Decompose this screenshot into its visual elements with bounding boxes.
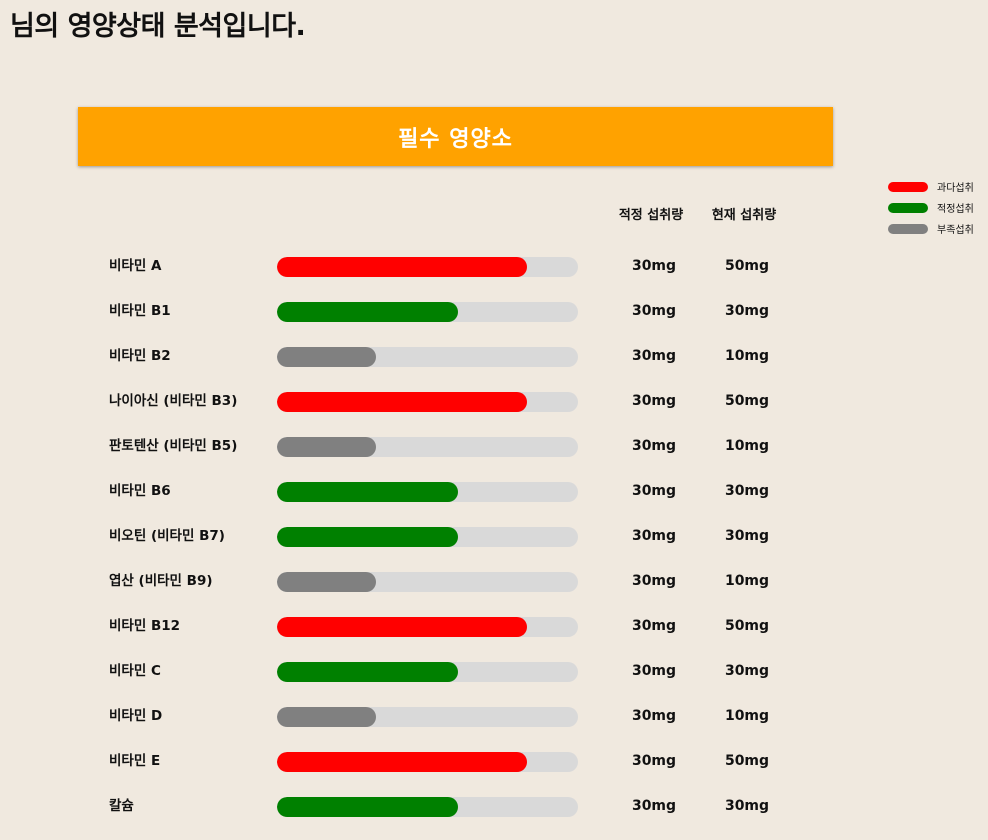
nutrient-row: 나이아신 (비타민 B3) 30mg 50mg (0, 390, 988, 435)
nutrient-name: 칼슘 (109, 798, 134, 814)
nutrient-row: 비타민 A 30mg 50mg (0, 255, 988, 300)
intake-bar-track (277, 437, 578, 457)
intake-bar-track (277, 662, 578, 682)
legend-label: 과다섭취 (937, 183, 974, 194)
legend-swatch (888, 181, 928, 192)
legend-item-over: 과다섭취 (888, 176, 974, 197)
legend: 과다섭취 적정섭취 부족섭취 (888, 176, 974, 239)
legend-swatch (888, 202, 928, 213)
recommended-intake-value: 30mg (631, 798, 677, 814)
current-intake-value: 30mg (724, 663, 770, 679)
recommended-intake-value: 30mg (631, 393, 677, 409)
nutrient-list: 비타민 A 30mg 50mg 비타민 B1 30mg 30mg 비타민 B2 30mg 10m… (0, 255, 988, 840)
intake-bar-fill (277, 437, 377, 457)
intake-bar-fill (277, 392, 527, 412)
intake-bar-fill (277, 797, 458, 817)
nutrient-name: 비타민 B2 (109, 348, 171, 364)
nutrient-name: 비타민 B6 (109, 483, 171, 499)
intake-bar-track (277, 797, 578, 817)
intake-bar-fill (277, 662, 458, 682)
legend-swatch (888, 223, 928, 234)
legend-label: 부족섭취 (937, 225, 974, 236)
intake-bar-track (277, 482, 578, 502)
nutrient-name: 비타민 C (109, 663, 161, 679)
current-intake-value: 50mg (724, 258, 770, 274)
intake-bar-fill (277, 527, 458, 547)
current-intake-value: 30mg (724, 528, 770, 544)
nutrient-row: 비타민 E 30mg 50mg (0, 750, 988, 795)
nutrient-name: 비타민 B12 (109, 618, 181, 634)
recommended-intake-value: 30mg (631, 663, 677, 679)
recommended-intake-value: 30mg (631, 528, 677, 544)
nutrient-name: 비타민 E (109, 753, 161, 769)
current-intake-value: 10mg (724, 708, 770, 724)
nutrient-row: 비타민 B1 30mg 30mg (0, 300, 988, 345)
nutrient-row: 비타민 B12 30mg 50mg (0, 615, 988, 660)
recommended-intake-value: 30mg (631, 348, 677, 364)
recommended-intake-value: 30mg (631, 708, 677, 724)
intake-bar-track (277, 392, 578, 412)
intake-bar-fill (277, 257, 527, 277)
page-title: 님의 영양상태 분석입니다. (10, 11, 306, 42)
current-intake-value: 50mg (724, 393, 770, 409)
current-intake-value: 10mg (724, 573, 770, 589)
intake-bar-track (277, 347, 578, 367)
intake-bar-fill (277, 752, 527, 772)
section-banner: 필수 영양소 (78, 107, 833, 166)
current-intake-value: 50mg (724, 753, 770, 769)
current-intake-value: 30mg (724, 798, 770, 814)
nutrient-row: 비타민 B2 30mg 10mg (0, 345, 988, 390)
nutrient-row: 엽산 (비타민 B9) 30mg 10mg (0, 570, 988, 615)
recommended-intake-value: 30mg (631, 303, 677, 319)
nutrient-name: 비타민 D (109, 708, 163, 724)
nutrient-name: 비타민 B1 (109, 303, 171, 319)
intake-bar-track (277, 527, 578, 547)
recommended-intake-value: 30mg (631, 618, 677, 634)
recommended-intake-header: 적정 섭취량 (618, 208, 684, 223)
intake-bar-track (277, 752, 578, 772)
intake-bar-track (277, 572, 578, 592)
intake-bar-fill (277, 707, 377, 727)
nutrient-name: 나이아신 (비타민 B3) (109, 393, 238, 409)
legend-item-adequate: 적정섭취 (888, 197, 974, 218)
intake-bar-track (277, 257, 578, 277)
intake-bar-fill (277, 572, 377, 592)
recommended-intake-value: 30mg (631, 573, 677, 589)
nutrient-name: 비타민 A (109, 258, 162, 274)
nutrient-row: 비타민 C 30mg 30mg (0, 660, 988, 705)
intake-bar-track (277, 617, 578, 637)
intake-bar-fill (277, 347, 377, 367)
nutrient-row: 비타민 B6 30mg 30mg (0, 480, 988, 525)
recommended-intake-value: 30mg (631, 258, 677, 274)
recommended-intake-value: 30mg (631, 438, 677, 454)
nutrient-name: 엽산 (비타민 B9) (109, 573, 213, 589)
current-intake-header: 현재 섭취량 (711, 208, 777, 223)
nutrient-name: 판토텐산 (비타민 B5) (109, 438, 238, 454)
current-intake-value: 10mg (724, 438, 770, 454)
intake-bar-track (277, 302, 578, 322)
section-title: 필수 영양소 (398, 126, 513, 152)
intake-bar-fill (277, 302, 458, 322)
nutrient-name: 비오틴 (비타민 B7) (109, 528, 225, 544)
intake-bar-fill (277, 482, 458, 502)
recommended-intake-value: 30mg (631, 483, 677, 499)
current-intake-value: 50mg (724, 618, 770, 634)
legend-label: 적정섭취 (937, 204, 974, 215)
current-intake-value: 30mg (724, 483, 770, 499)
intake-bar-track (277, 707, 578, 727)
nutrient-row: 칼슘 30mg 30mg (0, 795, 988, 840)
legend-item-under: 부족섭취 (888, 218, 974, 239)
current-intake-value: 30mg (724, 303, 770, 319)
intake-bar-fill (277, 617, 527, 637)
nutrient-row: 판토텐산 (비타민 B5) 30mg 10mg (0, 435, 988, 480)
nutrient-row: 비타민 D 30mg 10mg (0, 705, 988, 750)
nutrient-row: 비오틴 (비타민 B7) 30mg 30mg (0, 525, 988, 570)
recommended-intake-value: 30mg (631, 753, 677, 769)
current-intake-value: 10mg (724, 348, 770, 364)
